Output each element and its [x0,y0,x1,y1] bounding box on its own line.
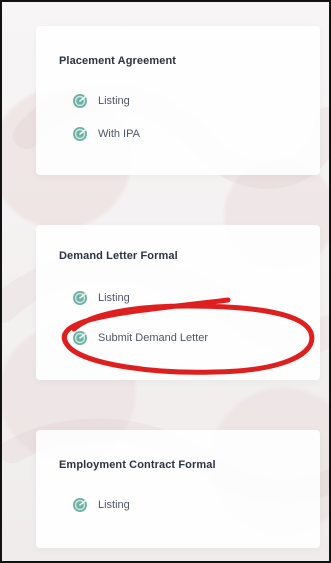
demand-letter-listing-link[interactable]: Listing [72,288,130,308]
employment-contract-formal-title: Employment Contract Formal [59,459,216,471]
demand-letter-listing-label: Listing [98,292,130,304]
placement-agreement-title: Placement Agreement [59,55,177,67]
demand-letter-formal-title: Demand Letter Formal [59,250,178,262]
placement-listing-label: Listing [98,95,130,107]
radar-icon [72,93,88,109]
placement-agreement-card: Placement Agreement Listing With IPA [36,26,320,175]
radar-icon [72,497,88,513]
demand-letter-formal-card: Demand Letter Formal Listing Submit Dema… [36,225,320,380]
menu-panel-frame: Placement Agreement Listing With IPA Dem… [0,0,331,563]
radar-icon [72,290,88,306]
submit-demand-letter-label: Submit Demand Letter [98,332,209,344]
placement-listing-link[interactable]: Listing [72,91,130,111]
submit-demand-letter-link[interactable]: Submit Demand Letter [72,328,208,348]
radar-icon [72,330,88,346]
placement-with-ipa-link[interactable]: With IPA [72,124,140,144]
placement-with-ipa-label: With IPA [98,128,140,140]
radar-icon [72,126,88,142]
employment-contract-listing-link[interactable]: Listing [72,495,130,515]
employment-contract-listing-label: Listing [98,499,130,511]
employment-contract-formal-card: Employment Contract Formal Listing [36,430,320,548]
